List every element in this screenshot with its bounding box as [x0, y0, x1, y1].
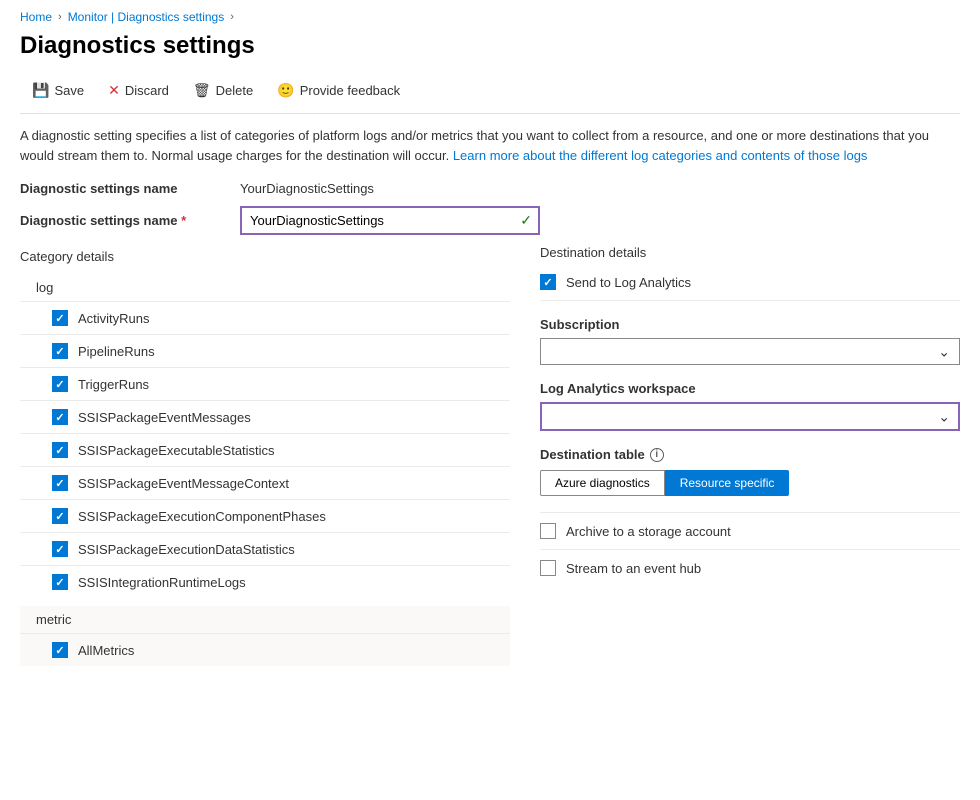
- destination-table-label: Destination table i: [540, 447, 960, 462]
- log-analytics-workspace-label: Log Analytics workspace: [540, 381, 960, 396]
- activity-runs-checkbox[interactable]: [52, 310, 68, 326]
- breadcrumb: Home › Monitor | Diagnostics settings ›: [20, 0, 960, 32]
- all-metrics-checkbox[interactable]: [52, 642, 68, 658]
- stream-event-hub-checkbox[interactable]: [540, 560, 556, 576]
- archive-storage-checkbox[interactable]: [540, 523, 556, 539]
- form-name-input-wrapper: ✓: [240, 206, 540, 235]
- archive-storage-row: Archive to a storage account: [540, 512, 960, 549]
- form-name-display-label: Diagnostic settings name: [20, 181, 240, 196]
- log-analytics-workspace-dropdown[interactable]: [540, 402, 960, 431]
- ssis-data-stats-checkbox[interactable]: [52, 541, 68, 557]
- feedback-icon: 🙂: [277, 82, 294, 99]
- list-item: TriggerRuns: [20, 367, 510, 400]
- validation-check-icon: ✓: [520, 212, 532, 229]
- log-section: log ActivityRuns PipelineRuns TriggerRun…: [20, 274, 510, 598]
- log-section-header: log: [20, 274, 510, 301]
- subscription-group: Subscription: [540, 317, 960, 365]
- destination-table-info-icon[interactable]: i: [650, 448, 664, 462]
- ssis-event-messages-checkbox[interactable]: [52, 409, 68, 425]
- pipeline-runs-label: PipelineRuns: [78, 344, 155, 359]
- archive-storage-label: Archive to a storage account: [566, 524, 731, 539]
- ssis-event-context-checkbox[interactable]: [52, 475, 68, 491]
- send-to-log-analytics-label: Send to Log Analytics: [566, 275, 691, 290]
- log-analytics-workspace-group: Log Analytics workspace: [540, 381, 960, 431]
- category-details-panel: Category details log ActivityRuns Pipeli…: [20, 245, 510, 666]
- subscription-dropdown[interactable]: [540, 338, 960, 365]
- resource-specific-toggle[interactable]: Resource specific: [665, 470, 790, 496]
- list-item: SSISPackageEventMessageContext: [20, 466, 510, 499]
- list-item: SSISPackageExecutionDataStatistics: [20, 532, 510, 565]
- two-col-layout: Category details log ActivityRuns Pipeli…: [20, 245, 960, 666]
- learn-more-link[interactable]: Learn more about the different log categ…: [453, 148, 868, 163]
- log-analytics-workspace-dropdown-wrapper: [540, 402, 960, 431]
- destination-details-label: Destination details: [540, 245, 960, 260]
- send-to-log-analytics-checkbox[interactable]: [540, 274, 556, 290]
- ssis-component-phases-checkbox[interactable]: [52, 508, 68, 524]
- toolbar: 💾 Save ✕ Discard 🗑 Delete 🙂 Provide feed…: [20, 76, 960, 114]
- breadcrumb-sep1: ›: [58, 11, 62, 23]
- metric-section: metric AllMetrics: [20, 606, 510, 666]
- breadcrumb-monitor[interactable]: Monitor | Diagnostics settings: [68, 10, 225, 24]
- send-to-log-analytics-row: Send to Log Analytics: [540, 274, 960, 301]
- stream-event-hub-label: Stream to an event hub: [566, 561, 701, 576]
- subscription-label: Subscription: [540, 317, 960, 332]
- form-name-display-value: YourDiagnosticSettings: [240, 181, 374, 196]
- ssis-exec-stats-label: SSISPackageExecutableStatistics: [78, 443, 275, 458]
- list-item: ActivityRuns: [20, 301, 510, 334]
- breadcrumb-home[interactable]: Home: [20, 10, 52, 24]
- list-item: SSISPackageEventMessages: [20, 400, 510, 433]
- discard-icon: ✕: [108, 82, 120, 99]
- delete-icon: 🗑: [193, 82, 211, 99]
- discard-button[interactable]: ✕ Discard: [96, 76, 181, 105]
- pipeline-runs-checkbox[interactable]: [52, 343, 68, 359]
- required-marker: *: [177, 213, 186, 228]
- destination-table-section: Destination table i Azure diagnostics Re…: [540, 447, 960, 496]
- ssis-event-messages-label: SSISPackageEventMessages: [78, 410, 251, 425]
- list-item: PipelineRuns: [20, 334, 510, 367]
- list-item: AllMetrics: [20, 633, 510, 666]
- subscription-dropdown-wrapper: [540, 338, 960, 365]
- save-icon: 💾: [32, 82, 49, 99]
- trigger-runs-checkbox[interactable]: [52, 376, 68, 392]
- description-text: A diagnostic setting specifies a list of…: [20, 126, 960, 165]
- activity-runs-label: ActivityRuns: [78, 311, 150, 326]
- delete-button[interactable]: 🗑 Delete: [181, 76, 265, 105]
- save-button[interactable]: 💾 Save: [20, 76, 96, 105]
- azure-diagnostics-toggle[interactable]: Azure diagnostics: [540, 470, 665, 496]
- form-name-input-row: Diagnostic settings name * ✓: [20, 206, 960, 235]
- ssis-component-phases-label: SSISPackageExecutionComponentPhases: [78, 509, 326, 524]
- breadcrumb-sep2: ›: [230, 11, 234, 23]
- stream-event-hub-row: Stream to an event hub: [540, 549, 960, 586]
- feedback-button[interactable]: 🙂 Provide feedback: [265, 76, 412, 105]
- ssis-data-stats-label: SSISPackageExecutionDataStatistics: [78, 542, 295, 557]
- ssis-runtime-logs-label: SSISIntegrationRuntimeLogs: [78, 575, 246, 590]
- form-name-input-label: Diagnostic settings name *: [20, 213, 240, 228]
- list-item: SSISPackageExecutableStatistics: [20, 433, 510, 466]
- trigger-runs-label: TriggerRuns: [78, 377, 149, 392]
- diagnostic-settings-name-input[interactable]: [240, 206, 540, 235]
- all-metrics-label: AllMetrics: [78, 643, 134, 658]
- ssis-exec-stats-checkbox[interactable]: [52, 442, 68, 458]
- list-item: SSISPackageExecutionComponentPhases: [20, 499, 510, 532]
- list-item: SSISIntegrationRuntimeLogs: [20, 565, 510, 598]
- page-title: Diagnostics settings: [20, 32, 960, 60]
- category-details-label: Category details: [20, 249, 510, 264]
- ssis-runtime-logs-checkbox[interactable]: [52, 574, 68, 590]
- destination-details-panel: Destination details Send to Log Analytic…: [540, 245, 960, 666]
- destination-table-toggle-group: Azure diagnostics Resource specific: [540, 470, 960, 496]
- metric-section-header: metric: [20, 606, 510, 633]
- ssis-event-context-label: SSISPackageEventMessageContext: [78, 476, 289, 491]
- form-name-display-row: Diagnostic settings name YourDiagnosticS…: [20, 181, 960, 196]
